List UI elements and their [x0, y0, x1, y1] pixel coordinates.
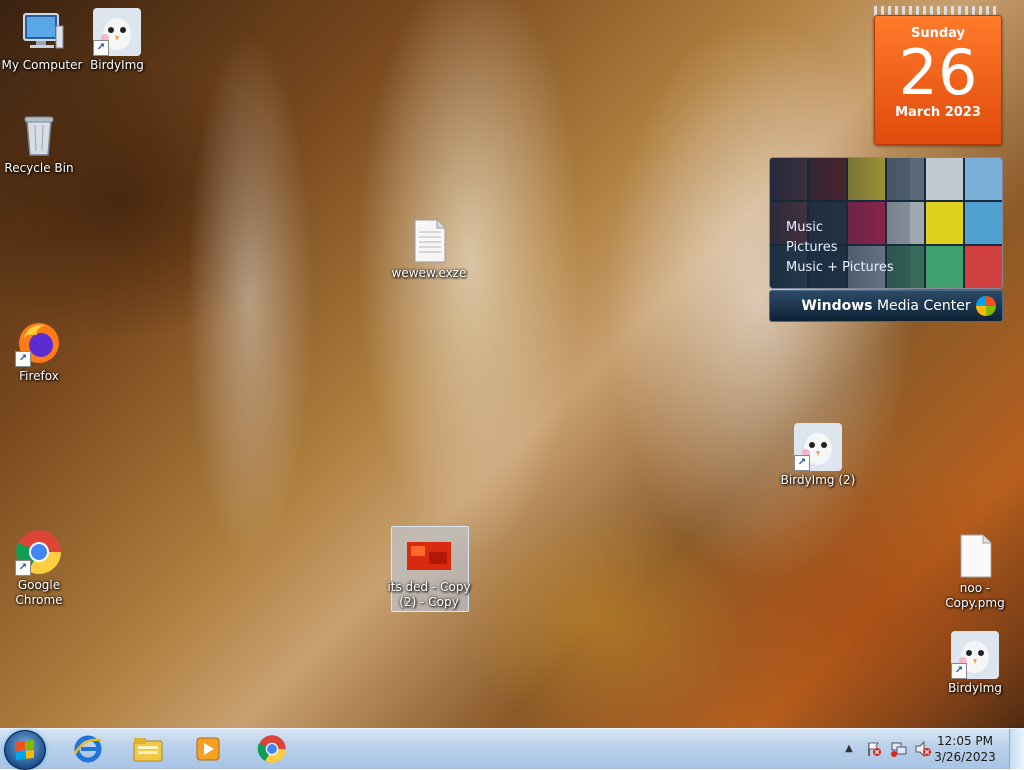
taskbar-media-player[interactable]: [182, 731, 234, 767]
clock-date: 3/26/2023: [934, 750, 996, 764]
media-menu-music-pictures[interactable]: Music + Pictures: [786, 258, 894, 278]
taskbar: ▲ 12:05 PM 3/26/2023: [0, 728, 1024, 770]
icon-label: noo - Copy.pmg: [945, 581, 1005, 610]
network-icon[interactable]: [890, 741, 908, 757]
recycle-bin-icon: [15, 111, 63, 159]
desktop[interactable]: My Computer ↗ BirdyImg Recycle Bin wewew…: [0, 0, 1024, 728]
birdyimg-shortcut-icon[interactable]: ↗ BirdyImg: [75, 8, 159, 73]
icon-label: BirdyImg (2): [780, 473, 856, 487]
folder-icon: [133, 738, 163, 762]
bird-image-icon: ↗: [93, 8, 141, 56]
wewew-file-icon[interactable]: wewew.exze: [387, 216, 471, 281]
birdyimg-2-shortcut-icon[interactable]: ↗ BirdyImg (2): [776, 423, 860, 488]
action-center-flag-icon[interactable]: [866, 741, 882, 757]
calendar-page: Sunday 26 March 2023: [874, 15, 1002, 145]
shortcut-arrow-icon: ↗: [93, 40, 109, 56]
media-player-icon: [196, 737, 220, 761]
icon-label: its ded - Copy (2) - Copy: [387, 580, 471, 609]
noo-copy-file-icon[interactable]: noo - Copy.pmg: [933, 531, 1017, 611]
shortcut-arrow-icon: ↗: [794, 455, 810, 471]
clock-time: 12:05 PM: [937, 734, 993, 748]
icon-label: BirdyImg: [948, 681, 1002, 695]
calendar-month-year: March 2023: [895, 105, 981, 120]
icon-label: Recycle Bin: [4, 161, 74, 175]
computer-icon: [18, 8, 66, 56]
media-menu: Music Pictures Music + Pictures: [786, 218, 894, 278]
bird-image-icon: ↗: [951, 631, 999, 679]
media-center-title-rest: Media Center: [872, 298, 971, 314]
shortcut-arrow-icon: ↗: [15, 560, 31, 576]
start-button[interactable]: [4, 730, 46, 770]
show-hidden-icons-button[interactable]: ▲: [842, 741, 856, 757]
taskbar-google-chrome[interactable]: [246, 731, 298, 767]
chrome-icon: ↗: [15, 528, 63, 576]
icon-label: BirdyImg: [90, 58, 144, 72]
recycle-bin-desktop-icon[interactable]: Recycle Bin: [0, 111, 81, 176]
calendar-gadget[interactable]: Sunday 26 March 2023: [874, 6, 1002, 145]
system-clock[interactable]: 12:05 PM 3/26/2023: [930, 733, 1000, 765]
icon-label: My Computer: [1, 58, 83, 72]
taskbar-windows-explorer[interactable]: [122, 731, 174, 767]
firefox-icon: ↗: [15, 319, 63, 367]
blank-file-icon: [951, 531, 999, 579]
birdyimg-bottom-shortcut-icon[interactable]: ↗ BirdyImg: [933, 631, 1017, 696]
firefox-shortcut-icon[interactable]: ↗ Firefox: [0, 319, 81, 384]
its-ded-image-file-icon[interactable]: its ded - Copy (2) - Copy: [387, 526, 471, 612]
media-menu-music[interactable]: Music: [786, 218, 894, 238]
calendar-day-number: 26: [898, 36, 978, 109]
bird-image-icon: ↗: [794, 423, 842, 471]
shortcut-arrow-icon: ↗: [951, 663, 967, 679]
media-center-launch-bar[interactable]: Windows Media Center: [769, 290, 1003, 322]
taskbar-internet-explorer[interactable]: [62, 731, 114, 767]
icon-label: Google Chrome: [15, 578, 63, 607]
windows-logo-icon: [16, 739, 34, 761]
google-chrome-shortcut-icon[interactable]: ↗ Google Chrome: [0, 528, 81, 608]
media-center-title-bold: Windows: [801, 298, 873, 314]
chrome-icon: [257, 735, 286, 763]
windows-orb-icon: [976, 296, 996, 316]
shortcut-arrow-icon: ↗: [15, 351, 31, 367]
show-desktop-button[interactable]: [1009, 729, 1024, 769]
text-file-icon: [405, 216, 453, 264]
icon-label: wewew.exze: [391, 266, 467, 280]
media-center-gadget[interactable]: Music Pictures Music + Pictures: [769, 157, 1003, 289]
icon-label: Firefox: [19, 369, 59, 383]
internet-explorer-icon: [73, 735, 102, 763]
media-menu-pictures[interactable]: Pictures: [786, 238, 894, 258]
red-image-thumbnail-icon: [405, 530, 453, 578]
my-computer-desktop-icon[interactable]: My Computer: [0, 8, 84, 73]
